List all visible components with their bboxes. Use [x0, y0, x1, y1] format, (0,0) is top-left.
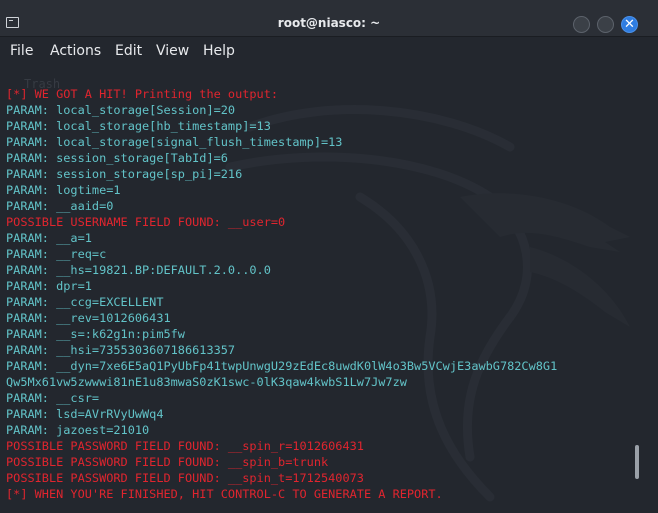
menu-edit[interactable]: Edit — [115, 43, 142, 59]
param-output-line: PARAM: __hs=19821.BP:DEFAULT.2.0..0.0 — [6, 263, 271, 277]
terminal-window: root@niasco: ~ ✕ File Actions Edit View … — [0, 0, 658, 513]
param-output-line: PARAM: __a=1 — [6, 231, 92, 245]
menu-actions[interactable]: Actions — [50, 43, 101, 59]
menu-bar: File Actions Edit View Help — [0, 37, 658, 67]
param-output-line: PARAM: __csr= — [6, 391, 100, 405]
param-output-line: PARAM: local_storage[signal_flush_timest… — [6, 135, 343, 149]
param-output-line: PARAM: __aaid=0 — [6, 199, 114, 213]
output-lines: [*] WE GOT A HIT! Printing the output: PA… — [6, 86, 646, 502]
param-output-line: PARAM: __ccg=EXCELLENT — [6, 295, 164, 309]
param-output-line: PARAM: __s=:k62g1n:pim5fw — [6, 327, 185, 341]
param-output-line: PARAM: session_storage[sp_pi]=216 — [6, 167, 243, 181]
close-button[interactable]: ✕ — [621, 16, 638, 33]
highlight-output-line: [*] WE GOT A HIT! Printing the output: — [6, 87, 279, 101]
window-title: root@niasco: ~ — [277, 16, 381, 30]
scrollbar-thumb[interactable] — [635, 445, 639, 479]
terminal-output[interactable]: Trash [*] WE GOT A HIT! Printing the out… — [0, 67, 658, 513]
highlight-output-line: POSSIBLE PASSWORD FIELD FOUND: __spin_t=… — [6, 471, 364, 485]
param-output-line: PARAM: local_storage[hb_timestamp]=13 — [6, 119, 271, 133]
menu-help[interactable]: Help — [203, 43, 235, 59]
highlight-output-line: POSSIBLE USERNAME FIELD FOUND: __user=0 — [6, 215, 286, 229]
param-output-line: Qw5Mx61vw5zwwwi81nE1u83mwaS0zK1swc-0lK3q… — [6, 375, 407, 389]
highlight-output-line: POSSIBLE PASSWORD FIELD FOUND: __spin_b=… — [6, 455, 329, 469]
param-output-line: PARAM: __hsi=7355303607186613357 — [6, 343, 236, 357]
param-output-line: PARAM: __req=c — [6, 247, 107, 261]
param-output-line: PARAM: __dyn=7xe6E5aQ1PyUbFp41twpUnwgU29… — [6, 359, 558, 373]
param-output-line: PARAM: local_storage[Session]=20 — [6, 103, 236, 117]
close-icon: ✕ — [624, 17, 635, 32]
param-output-line: PARAM: session_storage[TabId]=6 — [6, 151, 228, 165]
menu-view[interactable]: View — [156, 43, 189, 59]
title-bar[interactable]: root@niasco: ~ ✕ — [0, 0, 658, 37]
highlight-output-line: [*] WHEN YOU'RE FINISHED, HIT CONTROL-C … — [6, 487, 443, 501]
param-output-line: PARAM: __rev=1012606431 — [6, 311, 171, 325]
minimize-button[interactable] — [573, 16, 590, 33]
param-output-line: PARAM: jazoest=21010 — [6, 423, 150, 437]
param-output-line: PARAM: dpr=1 — [6, 279, 92, 293]
maximize-button[interactable] — [597, 16, 614, 33]
param-output-line: PARAM: logtime=1 — [6, 183, 121, 197]
highlight-output-line: POSSIBLE PASSWORD FIELD FOUND: __spin_r=… — [6, 439, 364, 453]
param-output-line: PARAM: lsd=AVrRVyUwWq4 — [6, 407, 164, 421]
menu-file[interactable]: File — [10, 43, 33, 59]
